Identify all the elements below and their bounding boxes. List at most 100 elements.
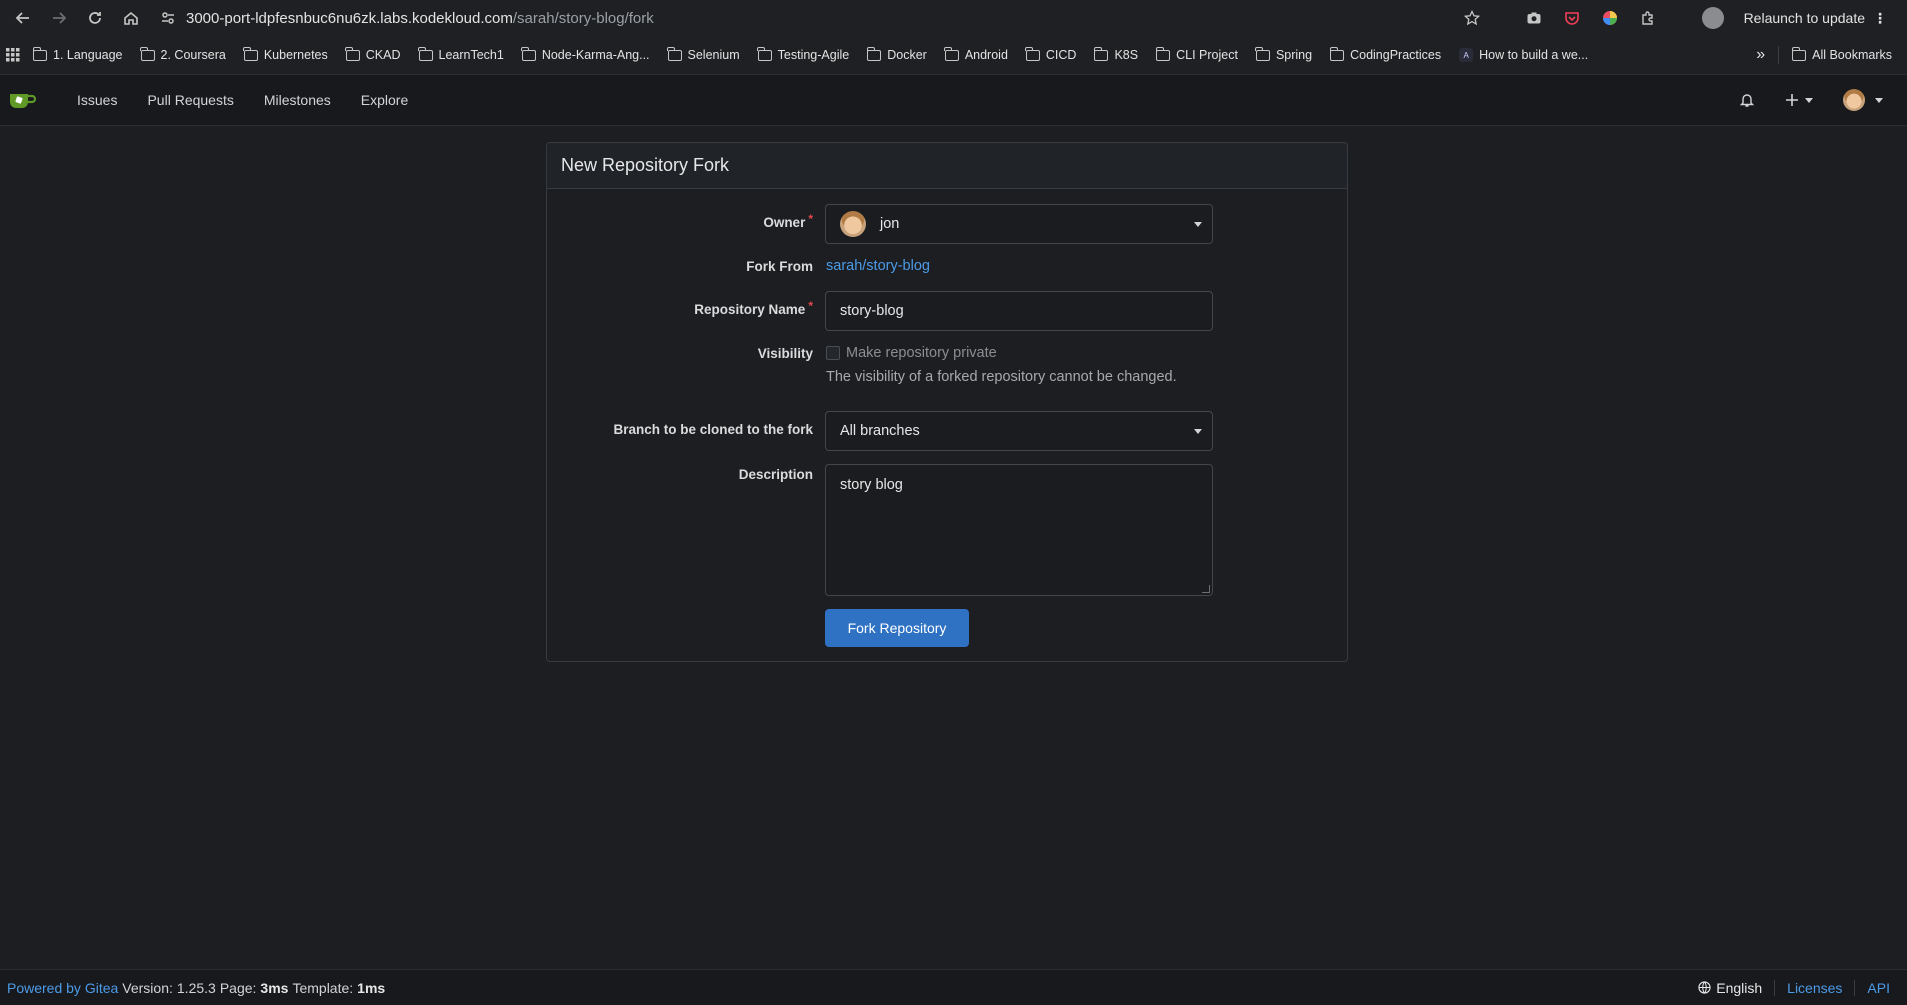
version-value: 1.25.3 — [176, 979, 216, 996]
user-avatar — [1843, 89, 1865, 111]
nav-explore[interactable]: Explore — [346, 92, 423, 108]
kebab-menu-icon: ⋮ — [1873, 9, 1887, 26]
bookmark-folder[interactable]: LearnTech1 — [410, 41, 513, 69]
extensions-puzzle-icon[interactable] — [1636, 6, 1660, 30]
api-link[interactable]: API — [1867, 980, 1890, 996]
folder-icon — [1093, 46, 1109, 61]
folder-icon — [243, 46, 258, 61]
reload-icon — [89, 12, 101, 24]
bookmark-folder[interactable]: CICD — [1017, 41, 1086, 69]
divider — [1774, 979, 1776, 996]
bookmark-folder[interactable]: K8S — [1085, 41, 1147, 69]
address-bar[interactable]: 3000-port-ldpfesnbuc6nu6zk.labs.kodeklou… — [152, 3, 1454, 33]
form-title: New Repository Fork — [547, 143, 1347, 189]
fork-from-link[interactable]: sarah/story-blog — [826, 258, 930, 274]
divider — [1854, 979, 1856, 996]
visibility-row: Visibility Make repository private The v… — [547, 343, 1347, 393]
pocket-icon[interactable] — [1560, 6, 1584, 30]
reload-button[interactable] — [80, 3, 110, 33]
fork-repository-button[interactable]: Fork Repository — [825, 609, 969, 647]
bookmark-label: Selenium — [687, 48, 740, 62]
back-button[interactable] — [8, 3, 38, 33]
bookmark-folder[interactable]: Kubernetes — [235, 41, 337, 69]
folder-icon — [521, 46, 536, 61]
bookmark-label: K8S — [1114, 48, 1139, 62]
chevron-down-icon — [1194, 222, 1202, 227]
browser-toolbar: 3000-port-ldpfesnbuc6nu6zk.labs.kodeklou… — [0, 0, 1907, 36]
description-textarea[interactable]: story blog — [825, 464, 1213, 596]
folder-icon — [1329, 46, 1345, 61]
branch-dropdown[interactable]: All branches — [825, 411, 1213, 451]
gitea-logo[interactable] — [8, 88, 38, 112]
repo-name-value: story-blog — [840, 303, 904, 319]
url-host: 3000-port-ldpfesnbuc6nu6zk.labs.kodeklou… — [186, 9, 513, 27]
bookmark-label: CICD — [1045, 48, 1077, 62]
notifications-button[interactable] — [1739, 92, 1755, 108]
visibility-help-text: The visibility of a forked repository ca… — [826, 369, 1177, 385]
resize-handle[interactable] — [1202, 585, 1210, 593]
create-new-button[interactable] — [1785, 93, 1813, 107]
bookmark-folder[interactable]: CLI Project — [1147, 41, 1247, 69]
bookmark-label: Kubernetes — [263, 48, 328, 62]
visibility-label: Visibility — [757, 346, 813, 361]
description-row: Description story blog — [547, 464, 1347, 596]
owner-avatar — [840, 211, 866, 237]
bookmark-link[interactable]: A How to build a we... — [1450, 41, 1597, 69]
camera-extension-icon[interactable] — [1522, 6, 1546, 30]
language-label: English — [1716, 979, 1763, 996]
back-arrow-icon — [15, 12, 29, 24]
globe-icon — [1698, 981, 1711, 994]
bookmark-folder[interactable]: 2. Coursera — [132, 41, 235, 69]
fork-form-card: New Repository Fork Owner * jon Fork From… — [546, 142, 1348, 662]
nav-milestones[interactable]: Milestones — [249, 92, 346, 108]
repo-name-label: Repository Name * — [694, 299, 813, 317]
repo-name-input[interactable]: story-blog — [825, 291, 1213, 331]
template-time-value: 1ms — [357, 979, 386, 996]
all-bookmarks-folder[interactable]: All Bookmarks — [1783, 41, 1901, 69]
relaunch-button[interactable]: Relaunch to update ⋮ — [1738, 10, 1893, 27]
site-info-icon — [162, 12, 174, 24]
folder-icon — [866, 46, 882, 61]
bookmark-folder[interactable]: 1. Language — [24, 41, 132, 69]
make-private-checkbox[interactable] — [826, 346, 840, 360]
folder-icon — [1255, 46, 1270, 61]
branch-value: All branches — [840, 423, 920, 439]
bookmark-folder[interactable]: Spring — [1247, 41, 1321, 69]
bookmark-star-icon[interactable] — [1460, 6, 1484, 30]
bookmark-folder[interactable]: Docker — [858, 41, 936, 69]
forward-button[interactable] — [44, 3, 74, 33]
powered-by-gitea-link[interactable]: Powered by Gitea — [7, 980, 118, 996]
bookmark-label: How to build a we... — [1479, 48, 1589, 62]
bookmarks-overflow-button[interactable]: » — [1747, 41, 1774, 69]
folder-icon — [1155, 46, 1171, 61]
site-favicon-icon: A — [1459, 48, 1474, 62]
chevron-down-icon — [1194, 429, 1202, 434]
language-selector[interactable]: English — [1698, 980, 1762, 996]
home-icon — [124, 11, 138, 25]
repo-name-row: Repository Name * story-blog — [547, 291, 1347, 331]
apps-grid-icon[interactable] — [6, 48, 24, 62]
page-time-value: 3ms — [260, 979, 289, 996]
page-footer: Powered by Gitea Version: 1.25.3 Page: 3… — [0, 969, 1907, 1005]
bookmark-folder[interactable]: Node-Karma-Ang... — [513, 41, 659, 69]
color-picker-extension-icon[interactable] — [1598, 6, 1622, 30]
bookmark-folder[interactable]: CodingPractices — [1321, 41, 1450, 69]
bookmark-folder[interactable]: Android — [936, 41, 1017, 69]
bookmark-folder[interactable]: Selenium — [659, 41, 749, 69]
bookmark-folder[interactable]: Testing-Agile — [749, 41, 859, 69]
bookmark-label: Testing-Agile — [777, 48, 850, 62]
owner-row: Owner * jon — [547, 204, 1347, 244]
licenses-link[interactable]: Licenses — [1787, 980, 1842, 996]
required-asterisk: * — [808, 212, 813, 226]
user-menu-button[interactable] — [1843, 89, 1883, 111]
submit-row: Fork Repository — [547, 609, 1347, 647]
site-navbar: Issues Pull Requests Milestones Explore — [0, 75, 1907, 126]
nav-pull-requests[interactable]: Pull Requests — [132, 92, 248, 108]
nav-issues[interactable]: Issues — [62, 92, 132, 108]
home-button[interactable] — [116, 3, 146, 33]
bookmark-label: Spring — [1275, 48, 1313, 62]
bookmark-folder[interactable]: CKAD — [337, 41, 410, 69]
owner-dropdown[interactable]: jon — [825, 204, 1213, 244]
browser-profile-avatar[interactable] — [1701, 7, 1724, 29]
forward-arrow-icon — [53, 12, 67, 24]
